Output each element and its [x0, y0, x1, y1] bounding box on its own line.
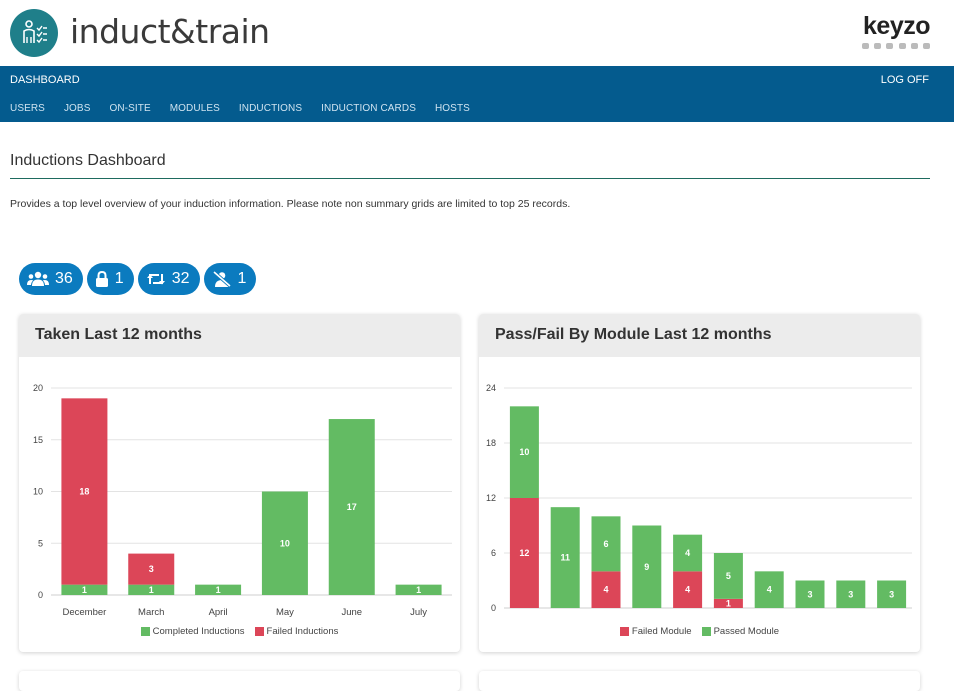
y-tick-label: 12 — [486, 493, 496, 503]
chart-passfail-svg: 0 6 12 18 24 12 10 11 4 6 9 4 4 1 5 4 3 3 3 — [486, 383, 912, 613]
x-tick-label: April — [209, 607, 228, 618]
legend-label-completed: Completed Inductions — [152, 626, 245, 637]
top-header: induct&train keyzo — [0, 0, 954, 66]
bar-value-label: 3 — [848, 589, 853, 599]
retweet-icon — [146, 274, 165, 285]
bar-value-label: 4 — [685, 548, 690, 558]
y-tick-label: 6 — [491, 548, 496, 558]
badge-locked[interactable]: 1 — [86, 263, 134, 295]
legend-item[interactable]: Failed Inductions — [254, 626, 339, 637]
bar-value-label: 10 — [519, 447, 529, 457]
summary-badges: 36 1 32 1 — [19, 263, 257, 295]
chart-taken-body: 0 5 10 15 20 1 18 December 1 3 March 1 April 10 May 17 J… — [19, 357, 460, 652]
nav-on-site[interactable]: ON-SITE — [109, 103, 150, 114]
x-tick-label: July — [410, 607, 427, 618]
bar-value-label: 3 — [807, 589, 812, 599]
badge-users[interactable]: 36 — [19, 263, 83, 295]
y-tick-label: 0 — [38, 590, 43, 600]
bar-value-label: 1 — [416, 585, 421, 595]
legend-item[interactable]: Failed Module — [619, 626, 692, 637]
bar-value-label: 6 — [603, 539, 608, 549]
badge-disabled-count: 1 — [237, 270, 247, 287]
nav-links: USERS JOBS ON-SITE MODULES INDUCTIONS IN… — [10, 103, 489, 114]
y-tick-label: 10 — [33, 487, 43, 497]
nav-hosts[interactable]: HOSTS — [435, 103, 470, 114]
legend-label-failed: Failed Module — [631, 626, 692, 637]
legend-item[interactable]: Passed Module — [701, 626, 780, 637]
bar-value-label: 12 — [519, 548, 529, 558]
chart-card-stub — [479, 671, 920, 691]
chart-card-taken: Taken Last 12 months 0 5 10 15 20 1 18 December… — [19, 314, 460, 652]
chart-passfail-legend: Failed Module Passed Module — [479, 626, 920, 637]
brand-logo: keyzo — [863, 12, 930, 40]
bar-value-label: 17 — [347, 502, 357, 512]
chart-passfail-body: 0 6 12 18 24 12 10 11 4 6 9 4 4 1 5 4 3 3 3 Failed Module … — [479, 357, 920, 652]
nav-inductions[interactable]: INDUCTIONS — [239, 103, 302, 114]
bar-value-label: 1 — [149, 585, 154, 595]
y-tick-label: 18 — [486, 438, 496, 448]
legend-swatch-failed — [254, 627, 264, 636]
legend-item[interactable]: Completed Inductions — [140, 626, 245, 637]
bar-value-label: 18 — [79, 487, 89, 497]
y-tick-label: 15 — [33, 435, 43, 445]
chart-card-title: Taken Last 12 months — [19, 314, 460, 357]
nav-modules[interactable]: MODULES — [170, 103, 220, 114]
legend-swatch-completed — [140, 627, 150, 636]
nav-jobs[interactable]: JOBS — [64, 103, 91, 114]
app-logo-icon[interactable] — [10, 9, 58, 57]
bar-value-label: 4 — [685, 585, 690, 595]
chart-taken-svg: 0 5 10 15 20 1 18 December 1 3 March 1 April 10 May 17 J… — [33, 383, 452, 618]
nav-dashboard[interactable]: DASHBOARD — [10, 74, 80, 86]
badge-locked-count: 1 — [114, 270, 124, 287]
legend-swatch-failed — [619, 627, 629, 636]
bar-value-label: 9 — [644, 562, 649, 572]
page-title: Inductions Dashboard — [10, 152, 166, 169]
bar-value-label: 3 — [149, 564, 154, 574]
x-tick-label: May — [276, 607, 294, 618]
nav-induction-cards[interactable]: INDUCTION CARDS — [321, 103, 416, 114]
users-icon — [27, 271, 49, 286]
y-tick-label: 0 — [491, 603, 496, 613]
title-divider — [10, 178, 930, 179]
chart-card-stub — [19, 671, 460, 691]
badge-users-count: 36 — [55, 270, 73, 287]
badge-retaken[interactable]: 32 — [137, 263, 200, 295]
bar-value-label: 4 — [767, 585, 772, 595]
chart-card-title: Pass/Fail By Module Last 12 months — [479, 314, 920, 357]
main-navigation: DASHBOARD LOG OFF USERS JOBS ON-SITE MOD… — [0, 66, 954, 122]
legend-label-passed: Passed Module — [713, 626, 780, 637]
brand-icons-strip — [862, 43, 930, 49]
bar-value-label: 4 — [603, 585, 608, 595]
x-tick-label: March — [138, 607, 164, 618]
bar-value-label: 1 — [82, 585, 87, 595]
logoff-link[interactable]: LOG OFF — [881, 74, 929, 86]
nav-users[interactable]: USERS — [10, 103, 45, 114]
lock-icon — [95, 271, 108, 287]
x-tick-label: June — [341, 607, 362, 618]
y-tick-label: 20 — [33, 383, 43, 393]
y-tick-label: 24 — [486, 383, 496, 393]
legend-swatch-passed — [701, 627, 711, 636]
y-tick-label: 5 — [38, 538, 43, 548]
badge-disabled[interactable]: 1 — [203, 263, 257, 295]
bar-value-label: 1 — [726, 598, 731, 608]
chart-taken-legend: Completed Inductions Failed Inductions — [19, 626, 460, 637]
chart-card-passfail: Pass/Fail By Module Last 12 months 0 6 12 1… — [479, 314, 920, 652]
app-name[interactable]: induct&train — [70, 12, 270, 51]
bar-value-label: 11 — [560, 553, 570, 563]
bar-value-label: 5 — [726, 571, 731, 581]
legend-label-failed: Failed Inductions — [266, 626, 339, 637]
bar-value-label: 1 — [216, 585, 221, 595]
user-slash-icon — [212, 271, 231, 287]
bar-value-label: 3 — [889, 589, 894, 599]
badge-retaken-count: 32 — [171, 270, 190, 287]
bar-value-label: 10 — [280, 538, 290, 548]
x-tick-label: December — [63, 607, 107, 618]
page-description: Provides a top level overview of your in… — [10, 198, 571, 210]
